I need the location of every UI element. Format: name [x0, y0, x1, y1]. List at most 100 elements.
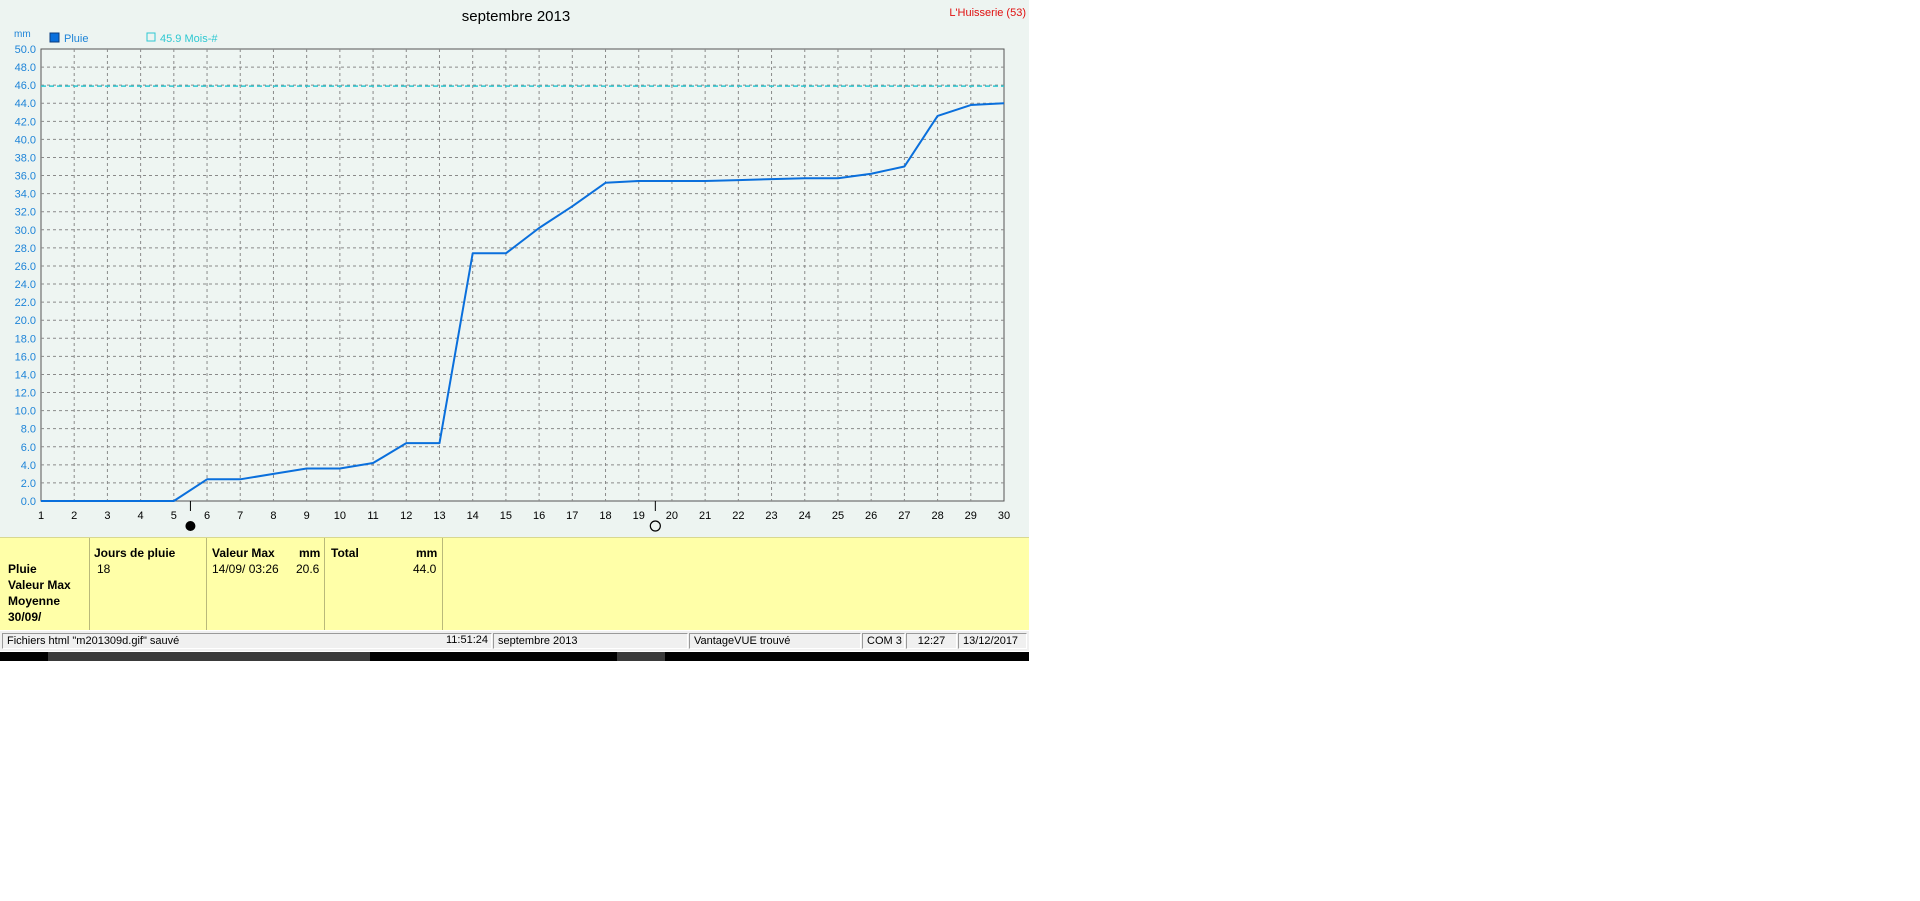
moon-phase-markers — [185, 501, 661, 532]
rainfall-chart: septembre 2013 L'Huisserie (53) mm Pluie… — [14, 7, 1026, 532]
x-tick-label: 3 — [104, 510, 110, 522]
y-tick-label: 42.0 — [15, 116, 36, 128]
x-tick-label: 25 — [832, 510, 844, 522]
y-tick-label: 24.0 — [15, 279, 36, 291]
full-moon-icon — [649, 520, 661, 532]
taskbar-strip — [0, 652, 1029, 661]
x-tick-label: 20 — [666, 510, 678, 522]
x-axis-tick-labels: 1 2 3 4 5 6 7 8 9 10 11 12 13 14 15 16 17 18 19 20 21 22 23 24 2… — [38, 510, 1010, 522]
status-time-saved: 11:51:24 — [445, 634, 488, 646]
stats-total-column: Total mm 44.0 — [324, 538, 443, 630]
y-tick-label: 20.0 — [15, 315, 36, 327]
y-tick-label: 22.0 — [15, 297, 36, 309]
rain-days-header: Jours de pluie — [94, 546, 176, 560]
status-station-found: VantageVUE trouvé — [689, 633, 861, 649]
x-tick-label: 7 — [237, 510, 243, 522]
x-tick-label: 21 — [699, 510, 711, 522]
x-tick-label: 9 — [304, 510, 310, 522]
y-tick-label: 4.0 — [21, 460, 36, 472]
stats-empty-area — [442, 538, 1029, 630]
total-value: 44.0 — [413, 562, 437, 576]
x-tick-label: 10 — [334, 510, 346, 522]
status-month: septembre 2013 — [493, 633, 688, 649]
y-tick-label: 26.0 — [15, 261, 36, 273]
y-tick-label: 12.0 — [15, 388, 36, 400]
status-message: Fichiers html "m201309d.gif" sauvé — [2, 633, 492, 649]
status-bar: Fichiers html "m201309d.gif" sauvé 11:51… — [0, 631, 1029, 651]
statistics-panel: Pluie Valeur Max Moyenne 30/09/ Jours de… — [0, 537, 1029, 630]
stats-max-value-column: Valeur Max mm 14/09/ 03:26 20.6 — [206, 538, 325, 630]
status-date: 13/12/2017 — [958, 633, 1027, 649]
y-tick-label: 44.0 — [15, 98, 36, 110]
y-tick-label: 18.0 — [15, 333, 36, 345]
y-tick-label: 6.0 — [21, 442, 36, 454]
max-value-header: Valeur Max — [212, 546, 275, 560]
x-tick-label: 2 — [71, 510, 77, 522]
legend-reference-label: 45.9 Mois-# — [160, 33, 218, 45]
x-tick-label: 29 — [965, 510, 977, 522]
x-tick-label: 1 — [38, 510, 44, 522]
stats-row-labels-column: Pluie Valeur Max Moyenne 30/09/ — [0, 538, 90, 630]
legend-pluie-label: Pluie — [64, 33, 88, 45]
max-value-date: 14/09/ 03:26 — [212, 562, 279, 576]
x-tick-label: 23 — [765, 510, 777, 522]
y-tick-label: 36.0 — [15, 171, 36, 183]
station-name: L'Huisserie (53) — [949, 7, 1026, 19]
x-tick-label: 30 — [998, 510, 1010, 522]
y-tick-label: 48.0 — [15, 62, 36, 74]
x-tick-label: 8 — [270, 510, 276, 522]
y-tick-label: 50.0 — [15, 44, 36, 56]
y-tick-label: 8.0 — [21, 424, 36, 436]
status-com-port: COM 3 — [862, 633, 905, 649]
row-label-pluie: Pluie — [8, 562, 37, 576]
y-tick-label: 46.0 — [15, 80, 36, 92]
chart-title: septembre 2013 — [462, 8, 570, 25]
total-header: Total — [331, 546, 359, 560]
y-tick-label: 40.0 — [15, 134, 36, 146]
x-tick-label: 13 — [433, 510, 445, 522]
y-tick-label: 14.0 — [15, 369, 36, 381]
x-tick-label: 19 — [633, 510, 645, 522]
total-unit: mm — [416, 546, 438, 560]
y-axis-tick-labels: 0.0 2.0 4.0 6.0 8.0 10.0 12.0 14.0 16.0 18.0 20.0 2… — [15, 44, 36, 508]
y-tick-label: 32.0 — [15, 207, 36, 219]
row-label-valeur-max: Valeur Max — [8, 578, 71, 592]
x-tick-label: 24 — [799, 510, 811, 522]
y-tick-label: 30.0 — [15, 225, 36, 237]
x-tick-label: 14 — [467, 510, 479, 522]
rainfall-chart-panel: septembre 2013 L'Huisserie (53) mm Pluie… — [0, 0, 1029, 537]
legend-pluie-swatch — [49, 32, 60, 43]
y-tick-label: 10.0 — [15, 406, 36, 418]
x-tick-label: 16 — [533, 510, 545, 522]
x-tick-label: 27 — [898, 510, 910, 522]
y-tick-label: 0.0 — [21, 496, 36, 508]
y-tick-label: 16.0 — [15, 351, 36, 363]
plot-area — [40, 48, 1005, 502]
x-tick-label: 26 — [865, 510, 877, 522]
x-tick-label: 17 — [566, 510, 578, 522]
y-axis-unit-label: mm — [14, 29, 31, 40]
x-tick-label: 22 — [732, 510, 744, 522]
row-label-date: 30/09/ — [8, 610, 42, 624]
max-value-unit: mm — [299, 546, 321, 560]
x-tick-label: 15 — [500, 510, 512, 522]
legend-reference-swatch — [146, 32, 156, 42]
y-tick-label: 34.0 — [15, 189, 36, 201]
x-tick-label: 6 — [204, 510, 210, 522]
taskbar-segment — [48, 652, 370, 661]
status-clock: 12:27 — [906, 633, 957, 649]
taskbar-segment — [617, 652, 665, 661]
y-tick-label: 2.0 — [21, 478, 36, 490]
x-tick-label: 18 — [599, 510, 611, 522]
y-tick-label: 28.0 — [15, 243, 36, 255]
new-moon-icon — [185, 521, 196, 531]
x-tick-label: 5 — [171, 510, 177, 522]
weather-app: septembre 2013 L'Huisserie (53) mm Pluie… — [0, 0, 1029, 661]
max-value-amount: 20.6 — [296, 562, 320, 576]
stats-rain-days-column: Jours de pluie 18 — [89, 538, 207, 630]
y-tick-label: 38.0 — [15, 152, 36, 164]
x-tick-label: 4 — [138, 510, 144, 522]
x-tick-label: 11 — [367, 510, 378, 522]
row-label-moyenne: Moyenne — [8, 594, 61, 608]
x-tick-label: 12 — [400, 510, 412, 522]
